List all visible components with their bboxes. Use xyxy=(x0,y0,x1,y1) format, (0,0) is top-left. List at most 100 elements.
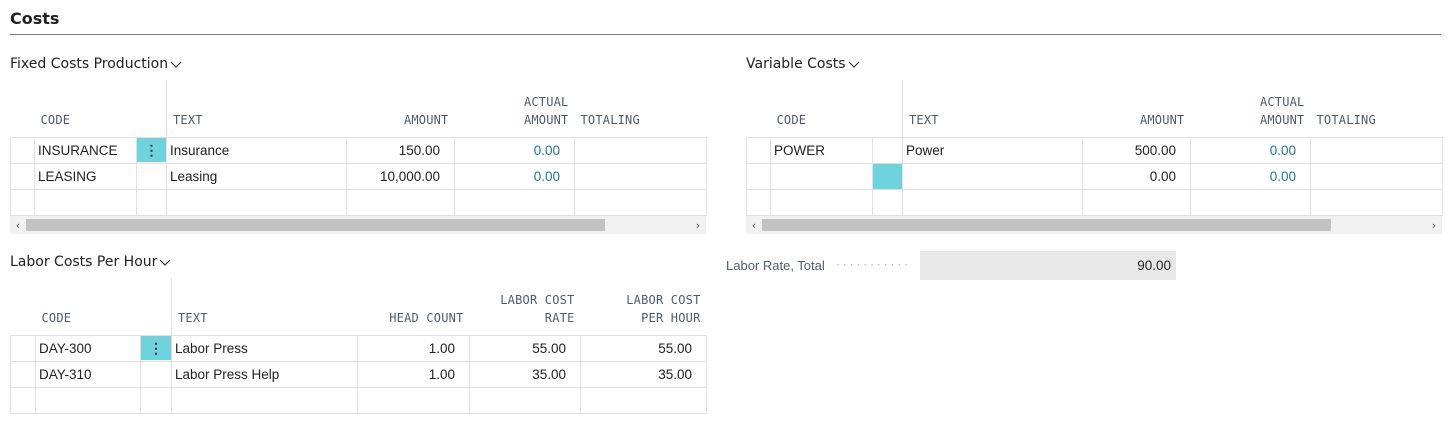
labor-rate-total-value[interactable]: 90.00 xyxy=(920,251,1176,280)
row-selector[interactable] xyxy=(10,386,36,414)
chevron-down-icon[interactable] xyxy=(169,57,183,71)
cell-actual-amount[interactable]: 0.00 xyxy=(454,162,575,190)
column-header-head-count[interactable]: HEAD COUNT xyxy=(358,278,470,335)
cell-code[interactable]: DAY-300 xyxy=(35,334,141,362)
fixed-costs-horizontal-scrollbar[interactable]: ‹ › xyxy=(10,216,706,234)
cell-totaling[interactable] xyxy=(574,162,707,190)
more-options-icon[interactable]: ⋮ xyxy=(137,138,166,162)
row-menu-cell[interactable]: ⋮ xyxy=(136,136,167,164)
column-header-labor-cost-rate[interactable]: LABOR COST RATE xyxy=(470,278,581,335)
cell-amount[interactable] xyxy=(346,188,455,216)
row-selector[interactable] xyxy=(746,188,771,216)
table-row[interactable]: 0.00 0.00 xyxy=(746,162,1443,190)
cell-head-count[interactable] xyxy=(357,386,470,414)
cell-text[interactable]: Labor Press xyxy=(171,334,358,362)
row-menu-cell-selected[interactable] xyxy=(872,162,903,190)
cell-text[interactable] xyxy=(166,188,347,216)
cell-code[interactable]: POWER xyxy=(770,136,873,164)
row-selector[interactable] xyxy=(10,334,36,362)
cell-totaling[interactable] xyxy=(1310,188,1443,216)
row-menu-cell[interactable] xyxy=(140,386,172,414)
cell-text[interactable]: Labor Press Help xyxy=(171,360,358,388)
column-header-code[interactable]: CODE xyxy=(36,278,141,335)
variable-costs-horizontal-scrollbar[interactable]: ‹ › xyxy=(746,216,1442,234)
cell-amount[interactable]: 0.00 xyxy=(1082,162,1191,190)
empty-new-row[interactable] xyxy=(10,386,707,414)
cell-code[interactable]: DAY-310 xyxy=(35,360,141,388)
cell-amount[interactable]: 150.00 xyxy=(346,136,455,164)
cell-head-count[interactable]: 1.00 xyxy=(357,360,470,388)
cell-code[interactable] xyxy=(770,188,873,216)
row-menu-cell[interactable] xyxy=(872,188,903,216)
cell-code[interactable] xyxy=(35,386,141,414)
column-header-text[interactable]: TEXT xyxy=(902,80,1083,137)
cell-text[interactable]: Insurance xyxy=(166,136,347,164)
row-selector[interactable] xyxy=(10,360,36,388)
cell-actual-amount[interactable]: 0.00 xyxy=(1190,136,1311,164)
cell-actual-amount[interactable] xyxy=(454,188,575,216)
cell-labor-cost-rate[interactable]: 55.00 xyxy=(469,334,581,362)
column-header-labor-cost-per-hour[interactable]: LABOR COST PER HOUR xyxy=(581,278,707,335)
column-header-actual-amount[interactable]: ACTUAL AMOUNT xyxy=(1191,80,1311,137)
more-options-icon[interactable]: ⋮ xyxy=(141,336,171,360)
cell-labor-cost-rate[interactable]: 35.00 xyxy=(469,360,581,388)
row-selector[interactable] xyxy=(10,162,35,190)
cell-labor-cost-rate[interactable] xyxy=(469,386,581,414)
row-selector[interactable] xyxy=(10,136,35,164)
table-row[interactable]: DAY-300 ⋮ Labor Press 1.00 55.00 55.00 xyxy=(10,334,707,362)
row-menu-cell[interactable] xyxy=(872,136,903,164)
cell-code[interactable]: INSURANCE xyxy=(34,136,137,164)
cell-text[interactable] xyxy=(902,162,1083,190)
column-header-actual-amount[interactable]: ACTUAL AMOUNT xyxy=(455,80,575,137)
table-row[interactable]: DAY-310 Labor Press Help 1.00 35.00 35.0… xyxy=(10,360,707,388)
column-header-code[interactable]: CODE xyxy=(771,80,873,137)
row-menu-cell[interactable] xyxy=(136,188,167,216)
cell-actual-amount[interactable]: 0.00 xyxy=(1190,162,1311,190)
column-header-amount[interactable]: AMOUNT xyxy=(347,80,455,137)
row-menu-cell[interactable]: ⋮ xyxy=(140,334,172,362)
row-selector[interactable] xyxy=(746,136,771,164)
cell-totaling[interactable] xyxy=(1310,162,1443,190)
table-row[interactable]: POWER Power 500.00 0.00 xyxy=(746,136,1443,164)
cell-labor-cost-per-hour[interactable]: 35.00 xyxy=(580,360,707,388)
cell-code[interactable] xyxy=(34,188,137,216)
cell-actual-amount[interactable]: 0.00 xyxy=(454,136,575,164)
column-header-text[interactable]: TEXT xyxy=(166,80,347,137)
scroll-right-icon[interactable]: › xyxy=(690,216,706,234)
column-header-amount[interactable]: AMOUNT xyxy=(1083,80,1191,137)
row-menu-cell[interactable] xyxy=(140,360,172,388)
cell-code[interactable] xyxy=(770,162,873,190)
scroll-left-icon[interactable]: ‹ xyxy=(746,216,762,234)
cell-head-count[interactable]: 1.00 xyxy=(357,334,470,362)
scroll-right-icon[interactable]: › xyxy=(1426,216,1442,234)
column-header-totaling[interactable]: TOTALING xyxy=(575,80,707,137)
cell-text[interactable]: Leasing xyxy=(166,162,347,190)
scroll-left-icon[interactable]: ‹ xyxy=(10,216,26,234)
scrollbar-thumb[interactable] xyxy=(26,219,605,231)
cell-totaling[interactable] xyxy=(574,188,707,216)
column-header-text[interactable]: TEXT xyxy=(171,278,358,335)
scrollbar-thumb[interactable] xyxy=(762,219,1331,231)
row-selector[interactable] xyxy=(10,188,35,216)
chevron-down-icon[interactable] xyxy=(847,57,861,71)
cell-amount[interactable]: 10,000.00 xyxy=(346,162,455,190)
row-selector[interactable] xyxy=(746,162,771,190)
cell-labor-cost-per-hour[interactable]: 55.00 xyxy=(580,334,707,362)
empty-new-row[interactable] xyxy=(746,188,1443,216)
cell-code[interactable]: LEASING xyxy=(34,162,137,190)
variable-costs-header[interactable]: Variable Costs xyxy=(746,56,861,72)
cell-text[interactable] xyxy=(171,386,358,414)
cell-text[interactable] xyxy=(902,188,1083,216)
column-header-code[interactable]: CODE xyxy=(35,80,137,137)
chevron-down-icon[interactable] xyxy=(158,255,172,269)
cell-totaling[interactable] xyxy=(1310,136,1443,164)
empty-new-row[interactable] xyxy=(10,188,707,216)
cell-totaling[interactable] xyxy=(574,136,707,164)
cell-text[interactable]: Power xyxy=(902,136,1083,164)
table-row[interactable]: LEASING Leasing 10,000.00 0.00 xyxy=(10,162,707,190)
row-menu-cell[interactable] xyxy=(136,162,167,190)
cell-amount[interactable] xyxy=(1082,188,1191,216)
cell-actual-amount[interactable] xyxy=(1190,188,1311,216)
fixed-costs-header[interactable]: Fixed Costs Production xyxy=(10,56,183,72)
cell-labor-cost-per-hour[interactable] xyxy=(580,386,707,414)
